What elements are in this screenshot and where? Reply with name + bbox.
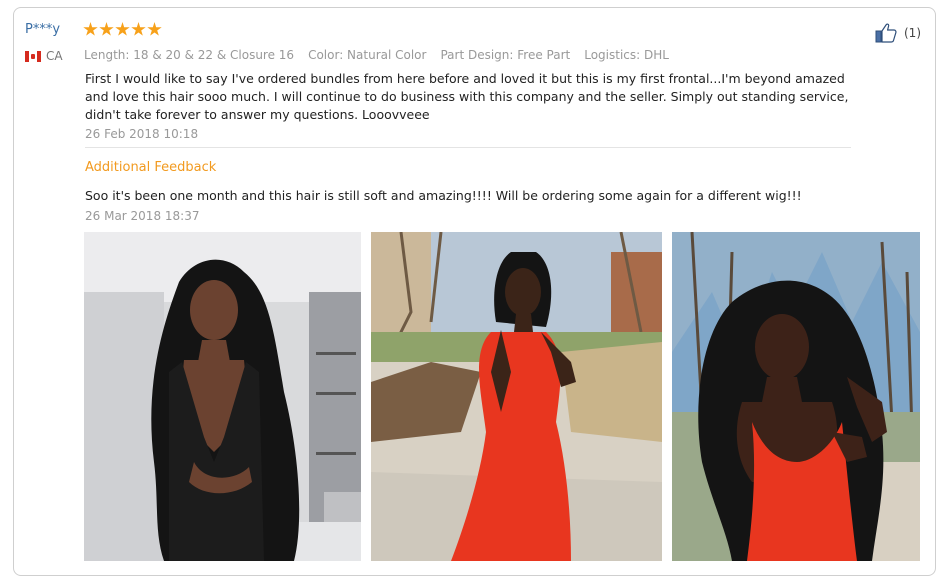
divider bbox=[85, 147, 851, 148]
review-photo-2[interactable] bbox=[371, 232, 662, 561]
attr-logistics: Logistics: DHL bbox=[584, 48, 669, 62]
country-code: CA bbox=[46, 49, 63, 63]
review-date: 26 Feb 2018 10:18 bbox=[85, 127, 199, 141]
review-card: P***y CA Length: 18 & 20 & 22 & Closure … bbox=[13, 7, 936, 576]
star-icon bbox=[131, 22, 146, 36]
attr-part-design: Part Design: Free Part bbox=[440, 48, 571, 62]
review-text: First I would like to say I've ordered b… bbox=[85, 71, 849, 122]
reviewer-country: CA bbox=[25, 49, 63, 63]
canada-flag-icon bbox=[25, 50, 41, 62]
review-photo-3[interactable] bbox=[672, 232, 920, 561]
order-attributes: Length: 18 & 20 & 22 & Closure 16 Color:… bbox=[84, 48, 669, 62]
attr-length: Length: 18 & 20 & 22 & Closure 16 bbox=[84, 48, 295, 62]
review-photo-1[interactable] bbox=[84, 232, 361, 561]
additional-feedback-date: 26 Mar 2018 18:37 bbox=[85, 209, 200, 223]
helpful-button[interactable]: (1) bbox=[875, 23, 921, 43]
helpful-count: (1) bbox=[904, 26, 921, 40]
additional-feedback-text: Soo it's been one month and this hair is… bbox=[85, 188, 802, 203]
reviewer-name[interactable]: P***y bbox=[25, 22, 60, 37]
star-icon bbox=[83, 22, 98, 36]
attr-color: Color: Natural Color bbox=[308, 48, 427, 62]
additional-feedback-title: Additional Feedback bbox=[85, 160, 217, 175]
star-rating bbox=[83, 22, 162, 37]
thumbs-up-icon bbox=[875, 23, 897, 43]
star-icon bbox=[115, 22, 130, 36]
star-icon bbox=[147, 22, 162, 36]
star-icon bbox=[99, 22, 114, 36]
